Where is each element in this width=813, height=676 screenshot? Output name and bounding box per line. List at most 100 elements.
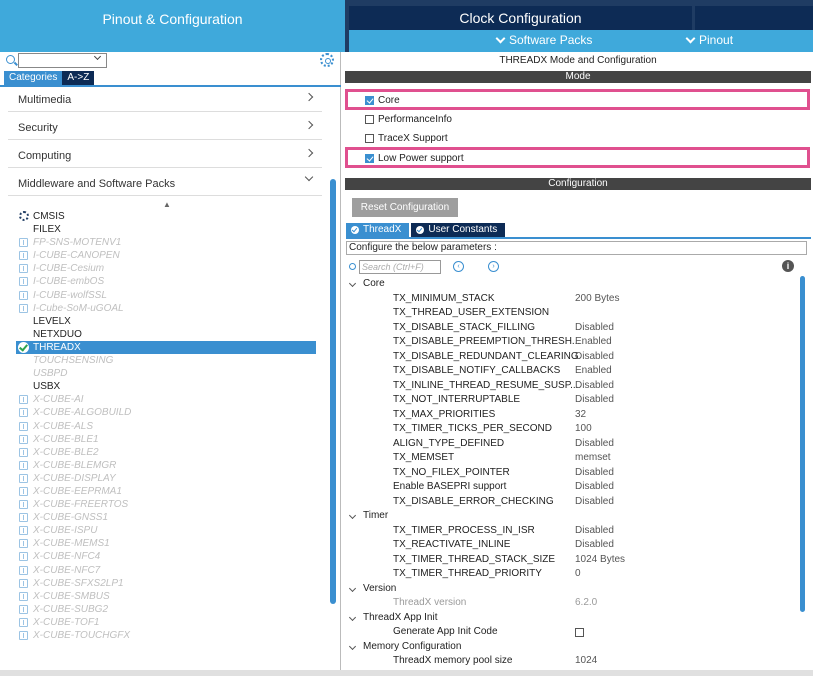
middleware-item[interactable]: CMSIS bbox=[0, 210, 325, 223]
middleware-item[interactable]: I-CUBE-CANOPEN bbox=[0, 249, 325, 262]
tree-group[interactable]: Timer bbox=[343, 509, 803, 524]
tree-parameter[interactable]: Generate App Init Code bbox=[343, 625, 803, 640]
tree-parameter[interactable]: TX_NOT_INTERRUPTABLE Disabled bbox=[343, 393, 803, 408]
middleware-item[interactable]: X-CUBE-TOF1 bbox=[0, 616, 325, 629]
tree-parameter[interactable]: TX_TIMER_TICKS_PER_SECOND 100 bbox=[343, 422, 803, 437]
middleware-item[interactable]: X-CUBE-BLEMGR bbox=[0, 459, 325, 472]
mode-checkbox[interactable] bbox=[365, 115, 374, 124]
middleware-item[interactable]: THREADX bbox=[16, 340, 316, 355]
middleware-item[interactable]: FP-SNS-MOTENV1 bbox=[0, 236, 325, 249]
tab-clock-configuration[interactable]: Clock Configuration bbox=[349, 6, 692, 30]
tree-parameter[interactable]: TX_DISABLE_ERROR_CHECKING Disabled bbox=[343, 495, 803, 510]
middleware-item[interactable]: X-CUBE-GNSS1 bbox=[0, 511, 325, 524]
middleware-item[interactable]: X-CUBE-TOUCHGFX bbox=[0, 629, 325, 642]
middleware-item[interactable]: X-CUBE-SMBUS bbox=[0, 590, 325, 603]
middleware-item[interactable]: NETXDUO bbox=[0, 328, 325, 341]
software-packs-menu[interactable]: Software Packs bbox=[495, 33, 592, 47]
category-multimedia[interactable]: Multimedia bbox=[8, 86, 322, 112]
tree-parameter[interactable]: TX_DISABLE_STACK_FILLING Disabled bbox=[343, 321, 803, 336]
middleware-item[interactable]: X-CUBE-ALGOBUILD bbox=[0, 406, 325, 419]
tab-extra[interactable] bbox=[695, 6, 813, 30]
collapse-chevron-icon[interactable] bbox=[348, 584, 357, 592]
middleware-item[interactable]: X-CUBE-ALS bbox=[0, 420, 325, 433]
tree-group[interactable]: ThreadX App Init bbox=[343, 611, 803, 626]
middleware-item[interactable]: X-CUBE-EEPRMA1 bbox=[0, 485, 325, 498]
middleware-item[interactable]: I-Cube-SoM-uGOAL bbox=[0, 302, 325, 315]
collapse-chevron-icon[interactable] bbox=[348, 642, 357, 650]
tree-group[interactable]: Core bbox=[343, 277, 803, 292]
mode-checkbox[interactable] bbox=[365, 96, 374, 105]
tree-parameter[interactable]: TX_MINIMUM_STACK 200 Bytes bbox=[343, 292, 803, 307]
middleware-item[interactable]: X-CUBE-BLE2 bbox=[0, 446, 325, 459]
tree-parameter[interactable]: TX_DISABLE_REDUNDANT_CLEARING Disabled bbox=[343, 350, 803, 365]
middleware-item[interactable]: X-CUBE-NFC4 bbox=[0, 550, 325, 563]
tree-parameter[interactable]: Enable BASEPRI support Disabled bbox=[343, 480, 803, 495]
category-middleware[interactable]: Middleware and Software Packs bbox=[8, 170, 322, 196]
middleware-item[interactable]: TOUCHSENSING bbox=[0, 354, 325, 367]
middleware-item[interactable]: USBPD bbox=[0, 367, 325, 380]
tree-parameter[interactable]: TX_INLINE_THREAD_RESUME_SUSP... Disabled bbox=[343, 379, 803, 394]
tree-parameter[interactable]: TX_THREAD_USER_EXTENSION bbox=[343, 306, 803, 321]
right-scrollbar[interactable] bbox=[800, 276, 805, 612]
mode-option[interactable]: TraceX Support bbox=[365, 133, 448, 144]
tab-a-to-z[interactable]: A->Z bbox=[62, 71, 95, 85]
tab-pinout-configuration[interactable]: Pinout & Configuration bbox=[0, 0, 345, 52]
middleware-item[interactable]: USBX bbox=[0, 380, 325, 393]
tree-parameter[interactable]: TX_REACTIVATE_INLINE Disabled bbox=[343, 538, 803, 553]
package-icon bbox=[19, 264, 28, 274]
middleware-item[interactable]: X-CUBE-DISPLAY bbox=[0, 472, 325, 485]
pinout-menu[interactable]: Pinout bbox=[685, 33, 733, 47]
chevron-down-icon[interactable] bbox=[93, 52, 102, 61]
middleware-item[interactable]: X-CUBE-SUBG2 bbox=[0, 603, 325, 616]
tree-parameter[interactable]: TX_TIMER_THREAD_STACK_SIZE 1024 Bytes bbox=[343, 553, 803, 568]
middleware-item[interactable]: I-CUBE-Cesium bbox=[0, 262, 325, 275]
tab-user-constants[interactable]: User Constants bbox=[411, 223, 506, 237]
middleware-item[interactable]: I-CUBE-embOS bbox=[0, 275, 325, 288]
middleware-item[interactable]: X-CUBE-BLE1 bbox=[0, 433, 325, 446]
collapse-chevron-icon[interactable] bbox=[348, 613, 357, 621]
search-combo[interactable] bbox=[18, 52, 107, 68]
tree-parameter[interactable]: TX_TIMER_THREAD_PRIORITY 0 bbox=[343, 567, 803, 582]
tree-parameter[interactable]: TX_DISABLE_PREEMPTION_THRESH... Enabled bbox=[343, 335, 803, 350]
settings-gear-icon[interactable] bbox=[320, 53, 334, 67]
mode-checkbox[interactable] bbox=[365, 154, 374, 163]
parameter-checkbox[interactable] bbox=[575, 628, 584, 637]
middleware-item[interactable]: FILEX bbox=[0, 223, 325, 236]
tree-parameter[interactable]: TX_MEMSET memset bbox=[343, 451, 803, 466]
mode-option[interactable]: PerformanceInfo bbox=[365, 114, 452, 125]
reset-configuration-button[interactable]: Reset Configuration bbox=[352, 198, 458, 217]
tree-parameter[interactable]: TX_DISABLE_NOTIFY_CALLBACKS Enabled bbox=[343, 364, 803, 379]
tree-parameter[interactable]: ALIGN_TYPE_DEFINED Disabled bbox=[343, 437, 803, 452]
tab-underline bbox=[346, 237, 811, 239]
tree-parameter[interactable]: TX_MAX_PRIORITIES 32 bbox=[343, 408, 803, 423]
mode-checkbox[interactable] bbox=[365, 134, 374, 143]
search-next-icon[interactable]: › bbox=[488, 261, 499, 272]
tree-parameter[interactable]: ThreadX version 6.2.0 bbox=[343, 596, 803, 611]
tab-threadx[interactable]: ThreadX bbox=[346, 223, 410, 237]
sort-icon[interactable]: ▲ bbox=[163, 200, 171, 209]
collapse-chevron-icon[interactable] bbox=[348, 279, 357, 288]
tree-parameter[interactable]: ThreadX memory pool size 1024 bbox=[343, 654, 803, 669]
search-previous-icon[interactable]: ‹ bbox=[453, 261, 464, 272]
tree-parameter[interactable]: TX_TIMER_PROCESS_IN_ISR Disabled bbox=[343, 524, 803, 539]
left-scrollbar[interactable] bbox=[330, 179, 336, 604]
mode-option[interactable]: Core bbox=[365, 95, 400, 106]
category-computing[interactable]: Computing bbox=[8, 142, 322, 168]
middleware-item[interactable]: X-CUBE-MEMS1 bbox=[0, 537, 325, 550]
tab-categories[interactable]: Categories bbox=[4, 71, 63, 85]
tree-group[interactable]: Version bbox=[343, 582, 803, 597]
middleware-item[interactable]: LEVELX bbox=[0, 315, 325, 328]
parameter-search-input[interactable]: Search (Ctrl+F) bbox=[359, 260, 441, 274]
middleware-item[interactable]: X-CUBE-FREERTOS bbox=[0, 498, 325, 511]
mode-option[interactable]: Low Power support bbox=[365, 153, 464, 164]
tree-parameter[interactable]: TX_NO_FILEX_POINTER Disabled bbox=[343, 466, 803, 481]
middleware-item[interactable]: X-CUBE-AI bbox=[0, 393, 325, 406]
middleware-item[interactable]: I-CUBE-wolfSSL bbox=[0, 289, 325, 302]
info-icon[interactable]: i bbox=[782, 260, 794, 272]
category-security[interactable]: Security bbox=[8, 114, 322, 140]
collapse-chevron-icon[interactable] bbox=[348, 511, 357, 520]
middleware-item[interactable]: X-CUBE-NFC7 bbox=[0, 564, 325, 577]
middleware-item[interactable]: X-CUBE-ISPU bbox=[0, 524, 325, 537]
middleware-item[interactable]: X-CUBE-SFXS2LP1 bbox=[0, 577, 325, 590]
tree-group[interactable]: Memory Configuration bbox=[343, 640, 803, 655]
